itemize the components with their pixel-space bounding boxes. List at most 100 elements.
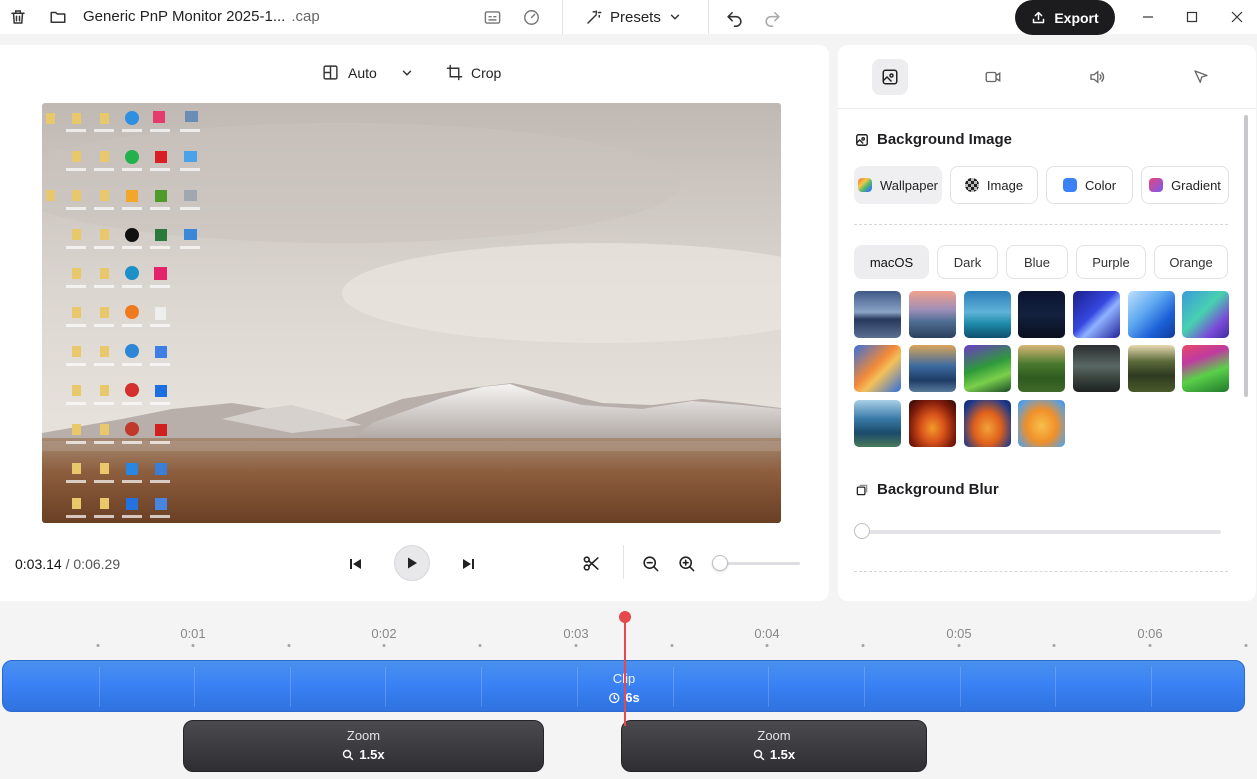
- zoom-segment[interactable]: Zoom 1.5x: [621, 720, 927, 772]
- category-dark[interactable]: Dark: [937, 245, 998, 279]
- upload-icon: [1031, 10, 1046, 25]
- project-title[interactable]: Generic PnP Monitor 2025-1... .cap: [83, 8, 320, 25]
- timeline[interactable]: 0:01 0:02 0:03 0:04 0:05 0:06 Clip: [0, 604, 1257, 779]
- zoom-amount: 1.5x: [359, 747, 385, 762]
- skip-back-icon[interactable]: [346, 554, 366, 574]
- wallpaper-thumb[interactable]: [1182, 291, 1229, 338]
- zoom-segment-label: Zoom: [757, 728, 791, 743]
- chevron-down-icon[interactable]: [400, 66, 414, 80]
- video-preview[interactable]: [42, 103, 781, 523]
- blur-icon: [855, 483, 869, 497]
- category-purple[interactable]: Purple: [1076, 245, 1146, 279]
- tab-camera[interactable]: [975, 59, 1011, 95]
- category-blue[interactable]: Blue: [1006, 245, 1068, 279]
- playhead-handle[interactable]: [619, 611, 631, 623]
- bg-type-label: Image: [986, 177, 1024, 193]
- tick-label: 0:05: [946, 626, 972, 641]
- maximize-icon[interactable]: [1178, 4, 1206, 30]
- tick-mark: [1052, 644, 1056, 647]
- wallpaper-thumb[interactable]: [1018, 345, 1065, 392]
- background-blur-slider[interactable]: [861, 530, 1221, 534]
- clip-gridline: [290, 667, 291, 707]
- presets-button[interactable]: Presets: [585, 4, 682, 30]
- tab-background[interactable]: [872, 59, 908, 95]
- checker-icon: [964, 178, 979, 192]
- category-label: Dark: [953, 254, 982, 270]
- wallpaper-thumb[interactable]: [1182, 345, 1229, 392]
- crop-label: Crop: [471, 64, 502, 81]
- divider: [838, 108, 1256, 109]
- zoom-in-icon[interactable]: [675, 552, 697, 574]
- undo-icon[interactable]: [722, 5, 746, 29]
- wallpaper-thumb[interactable]: [909, 345, 956, 392]
- section-label: Background Blur: [877, 481, 999, 498]
- wallpaper-thumb[interactable]: [854, 291, 901, 338]
- tick-label: 0:03: [563, 626, 589, 641]
- clip-gridline: [768, 667, 769, 707]
- category-label: Orange: [1169, 254, 1213, 270]
- category-macos[interactable]: macOS: [854, 245, 929, 279]
- tick-mark: [382, 644, 386, 647]
- tick-mark: [478, 644, 482, 647]
- tick-mark: [1244, 644, 1248, 647]
- tab-audio[interactable]: [1079, 59, 1115, 95]
- wallpaper-thumb[interactable]: [964, 400, 1011, 447]
- wallpaper-thumb[interactable]: [1073, 345, 1120, 392]
- timeline-zoom-handle[interactable]: [712, 555, 728, 571]
- wallpaper-thumb[interactable]: [1018, 400, 1065, 447]
- gradient-swatch-icon: [1149, 178, 1164, 192]
- current-time: 0:03.14: [15, 556, 62, 572]
- skip-forward-icon[interactable]: [458, 554, 478, 574]
- wallpaper-thumb[interactable]: [1018, 291, 1065, 338]
- wallpaper-thumb[interactable]: [964, 345, 1011, 392]
- bg-type-image[interactable]: Image: [950, 166, 1038, 204]
- tick-label: 0:06: [1137, 626, 1163, 641]
- clip-gridline: [577, 667, 578, 707]
- clip-gridline: [960, 667, 961, 707]
- category-label: Blue: [1023, 254, 1051, 270]
- bg-type-label: Color: [1084, 177, 1117, 193]
- playhead[interactable]: [624, 616, 626, 726]
- zoom-amount: 1.5x: [769, 747, 796, 762]
- export-button[interactable]: Export: [1015, 0, 1115, 35]
- category-orange[interactable]: Orange: [1154, 245, 1228, 279]
- timeline-zoom-slider[interactable]: [718, 562, 800, 565]
- background-blur-handle[interactable]: [854, 523, 870, 539]
- bg-type-label: Wallpaper: [879, 177, 939, 193]
- captions-icon[interactable]: [480, 5, 504, 29]
- scissors-icon[interactable]: [580, 552, 602, 574]
- zoom-segment[interactable]: Zoom 1.5x: [183, 720, 544, 772]
- layout-label: Auto: [348, 64, 377, 81]
- layout-button[interactable]: Auto: [322, 64, 414, 81]
- minimize-icon[interactable]: [1134, 4, 1162, 30]
- category-label: Purple: [1092, 254, 1130, 270]
- color-swatch-icon: [1062, 178, 1077, 192]
- tick-mark: [670, 644, 674, 647]
- bg-type-wallpaper[interactable]: Wallpaper: [854, 166, 942, 204]
- wallpaper-thumb[interactable]: [854, 345, 901, 392]
- crop-button[interactable]: Crop: [446, 64, 501, 81]
- wallpaper-thumb[interactable]: [1128, 291, 1175, 338]
- zoom-out-icon[interactable]: [639, 552, 661, 574]
- wallpaper-thumb[interactable]: [909, 291, 956, 338]
- wallpaper-thumb[interactable]: [1073, 291, 1120, 338]
- play-button[interactable]: [394, 545, 430, 581]
- clip-gridline: [1055, 667, 1056, 707]
- presets-label: Presets: [610, 8, 661, 26]
- tab-cursor[interactable]: [1183, 59, 1219, 95]
- bg-type-gradient[interactable]: Gradient: [1141, 166, 1229, 204]
- folder-icon[interactable]: [46, 5, 70, 29]
- category-label: macOS: [869, 254, 914, 270]
- close-icon[interactable]: [1223, 4, 1251, 30]
- wallpaper-thumb[interactable]: [964, 291, 1011, 338]
- clip-gridline: [99, 667, 100, 707]
- play-icon: [405, 556, 419, 570]
- panel-scrollbar[interactable]: [1244, 115, 1248, 397]
- wallpaper-thumb[interactable]: [1128, 345, 1175, 392]
- wallpaper-thumb[interactable]: [909, 400, 956, 447]
- bg-type-color[interactable]: Color: [1046, 166, 1133, 204]
- redo-icon[interactable]: [760, 5, 784, 29]
- wallpaper-thumb[interactable]: [854, 400, 901, 447]
- gauge-icon[interactable]: [519, 5, 543, 29]
- trash-icon[interactable]: [6, 5, 30, 29]
